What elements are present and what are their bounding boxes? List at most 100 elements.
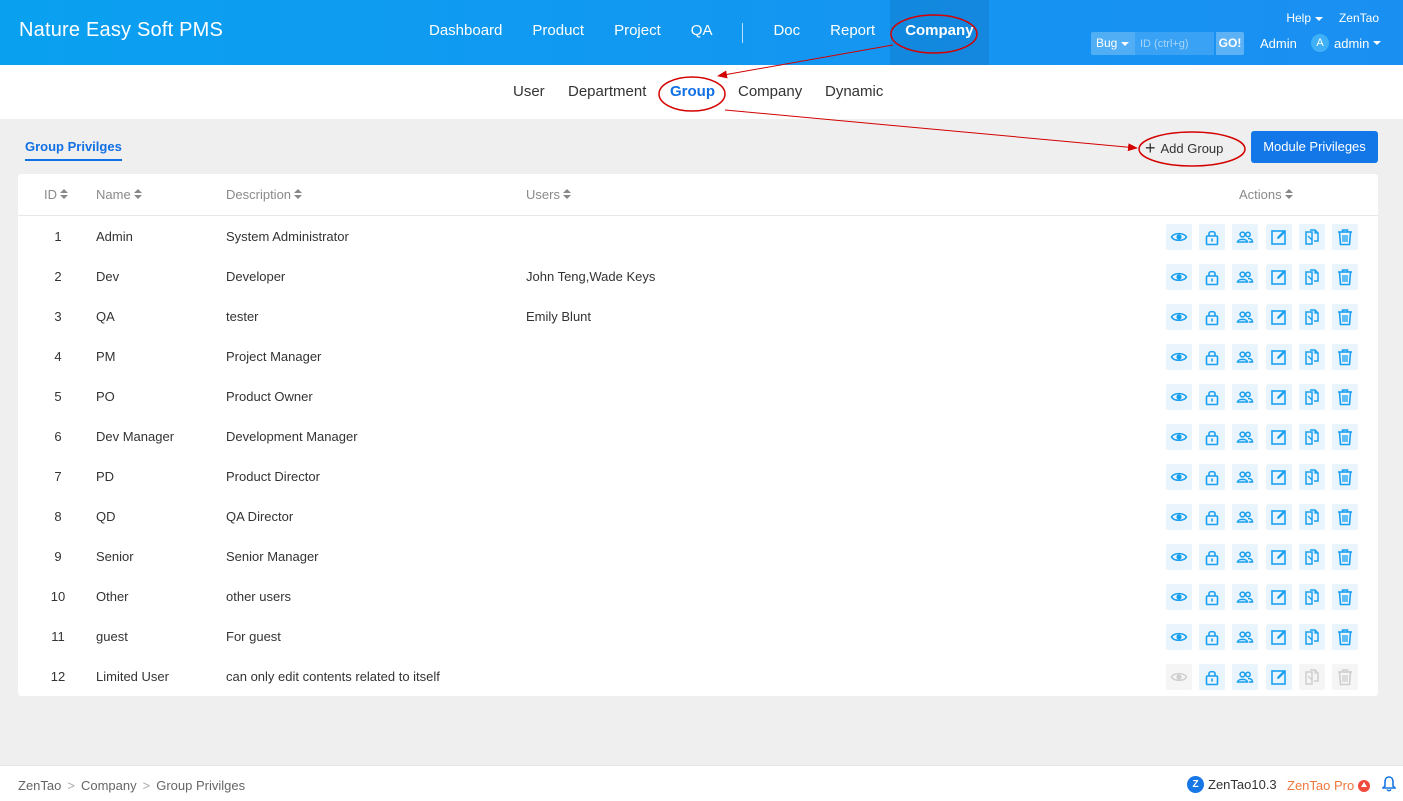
tab-group-privileges[interactable]: Group Privilges (25, 139, 122, 161)
help-menu[interactable]: Help (1286, 11, 1323, 25)
nav-company[interactable]: Company (890, 0, 989, 65)
privilege-button[interactable] (1199, 584, 1226, 610)
edit-button[interactable] (1265, 664, 1292, 690)
manage-members-button[interactable] (1232, 464, 1259, 490)
privilege-button[interactable] (1199, 664, 1226, 690)
copy-button[interactable] (1298, 224, 1325, 250)
manage-members-button[interactable] (1232, 504, 1259, 530)
view-button[interactable] (1166, 584, 1192, 610)
privilege-button[interactable] (1199, 384, 1226, 410)
view-button[interactable] (1166, 344, 1192, 370)
privilege-button[interactable] (1199, 304, 1226, 330)
manage-members-button[interactable] (1232, 584, 1259, 610)
bell-icon[interactable] (1381, 776, 1397, 795)
admin-link[interactable]: Admin (1260, 36, 1297, 51)
edit-button[interactable] (1265, 344, 1292, 370)
manage-members-button[interactable] (1232, 544, 1259, 570)
copy-button[interactable] (1298, 584, 1325, 610)
copy-button[interactable] (1298, 544, 1325, 570)
nav-dashboard[interactable]: Dashboard (414, 0, 517, 65)
edit-button[interactable] (1265, 424, 1292, 450)
privilege-button[interactable] (1199, 224, 1226, 250)
nav-report[interactable]: Report (815, 0, 890, 65)
breadcrumb-company[interactable]: Company (81, 778, 137, 793)
header-id[interactable]: ID (44, 187, 68, 202)
zentao-link[interactable]: ZenTao (1339, 11, 1379, 25)
view-button[interactable] (1166, 624, 1192, 650)
edit-button[interactable] (1265, 544, 1292, 570)
manage-members-button[interactable] (1232, 664, 1259, 690)
module-privileges-button[interactable]: Module Privileges (1251, 131, 1378, 163)
privilege-button[interactable] (1199, 544, 1226, 570)
delete-button[interactable] (1331, 224, 1358, 250)
subnav-user[interactable]: User (513, 83, 545, 100)
copy-button[interactable] (1298, 464, 1325, 490)
privilege-button[interactable] (1199, 624, 1226, 650)
version-link[interactable]: Z ZenTao10.3 (1187, 776, 1277, 793)
manage-members-button[interactable] (1232, 424, 1259, 450)
edit-button[interactable] (1265, 464, 1292, 490)
subnav-dynamic[interactable]: Dynamic (825, 83, 883, 100)
subnav-department[interactable]: Department (568, 83, 646, 100)
search-go-button[interactable]: GO! (1216, 32, 1244, 55)
privilege-button[interactable] (1199, 504, 1226, 530)
view-button[interactable] (1166, 544, 1192, 570)
breadcrumb-zentao[interactable]: ZenTao (18, 778, 61, 793)
edit-button[interactable] (1265, 224, 1292, 250)
brand-title[interactable]: Nature Easy Soft PMS (19, 19, 223, 42)
copy-button[interactable] (1298, 624, 1325, 650)
view-button[interactable] (1166, 224, 1192, 250)
view-button[interactable] (1166, 504, 1192, 530)
delete-button[interactable] (1331, 384, 1358, 410)
view-button[interactable] (1166, 264, 1192, 290)
delete-button[interactable] (1331, 264, 1358, 290)
search-input[interactable] (1135, 32, 1214, 55)
copy-button[interactable] (1298, 504, 1325, 530)
delete-button[interactable] (1331, 304, 1358, 330)
delete-button[interactable] (1331, 464, 1358, 490)
delete-button[interactable] (1331, 584, 1358, 610)
header-name[interactable]: Name (96, 187, 142, 202)
view-button[interactable] (1166, 384, 1192, 410)
copy-button[interactable] (1298, 384, 1325, 410)
copy-button[interactable] (1298, 424, 1325, 450)
privilege-button[interactable] (1199, 464, 1226, 490)
manage-members-button[interactable] (1232, 344, 1259, 370)
view-button[interactable] (1166, 464, 1192, 490)
nav-qa[interactable]: QA (676, 0, 728, 65)
delete-button[interactable] (1331, 424, 1358, 450)
pro-link[interactable]: ZenTao Pro (1287, 778, 1371, 793)
header-actions[interactable]: Actions (1239, 187, 1293, 202)
delete-button[interactable] (1331, 504, 1358, 530)
edit-button[interactable] (1265, 584, 1292, 610)
header-users[interactable]: Users (526, 187, 571, 202)
add-group-button[interactable]: + Add Group (1145, 137, 1223, 159)
nav-doc[interactable]: Doc (758, 0, 815, 65)
nav-product[interactable]: Product (517, 0, 599, 65)
nav-project[interactable]: Project (599, 0, 676, 65)
search-type-select[interactable]: Bug (1091, 32, 1135, 55)
subnav-group[interactable]: Group (670, 83, 715, 100)
privilege-button[interactable] (1199, 344, 1226, 370)
edit-button[interactable] (1265, 384, 1292, 410)
delete-button[interactable] (1331, 344, 1358, 370)
view-button[interactable] (1166, 304, 1192, 330)
manage-members-button[interactable] (1232, 224, 1259, 250)
view-button[interactable] (1166, 424, 1192, 450)
delete-button[interactable] (1331, 544, 1358, 570)
edit-button[interactable] (1265, 304, 1292, 330)
edit-button[interactable] (1265, 264, 1292, 290)
edit-button[interactable] (1265, 624, 1292, 650)
manage-members-button[interactable] (1232, 264, 1259, 290)
copy-button[interactable] (1298, 264, 1325, 290)
privilege-button[interactable] (1199, 424, 1226, 450)
manage-members-button[interactable] (1232, 384, 1259, 410)
privilege-button[interactable] (1199, 264, 1226, 290)
manage-members-button[interactable] (1232, 304, 1259, 330)
copy-button[interactable] (1298, 344, 1325, 370)
edit-button[interactable] (1265, 504, 1292, 530)
header-description[interactable]: Description (226, 187, 303, 202)
copy-button[interactable] (1298, 304, 1325, 330)
manage-members-button[interactable] (1232, 624, 1259, 650)
delete-button[interactable] (1331, 624, 1358, 650)
